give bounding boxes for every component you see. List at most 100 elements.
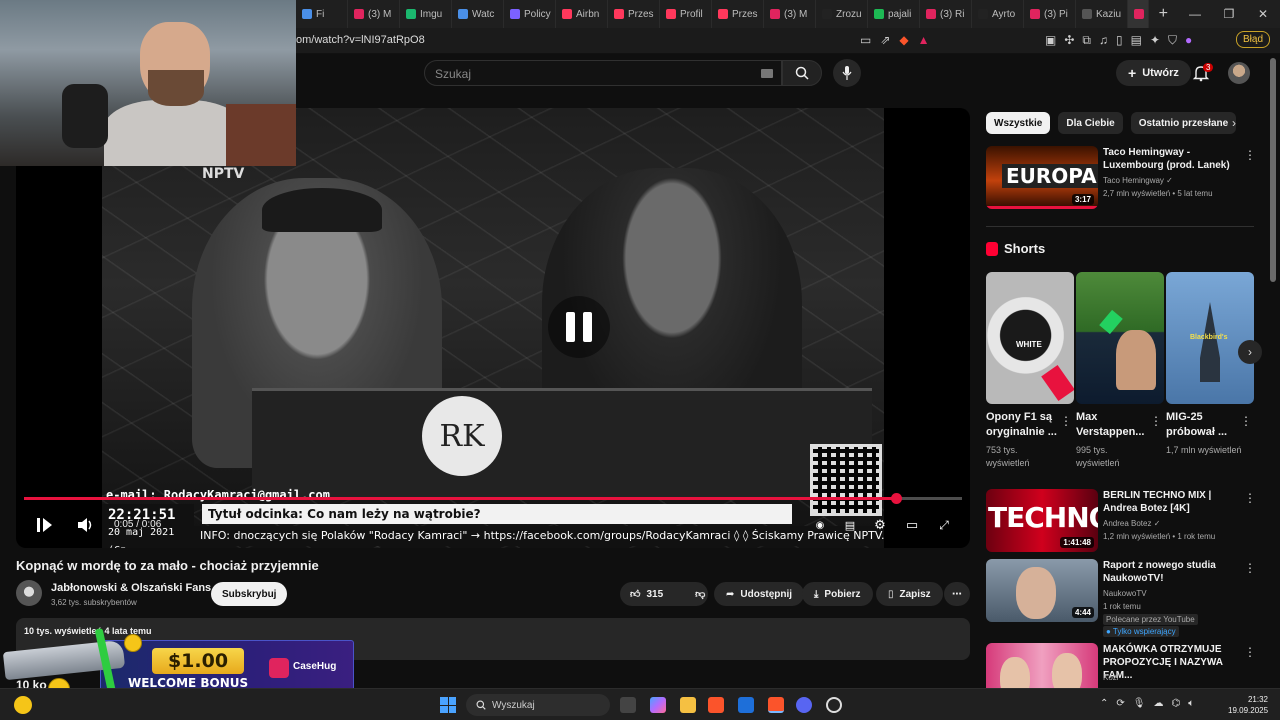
file-explorer-icon[interactable]	[680, 697, 696, 713]
brave-shield-icon[interactable]: ◆	[899, 33, 908, 47]
mic-tray-icon[interactable]: 🎙︎	[1133, 698, 1146, 709]
save-button[interactable]: ▯ Zapisz	[876, 582, 943, 606]
progress-scrubber[interactable]	[891, 493, 903, 504]
more-vert-icon[interactable]: ⋮	[1150, 414, 1162, 428]
casehug-ad[interactable]: $1.00 WELCOME BONUS CaseHug	[2, 627, 354, 701]
recommendation-thumbnail[interactable]: 4:44	[986, 559, 1098, 622]
voice-search-button[interactable]	[833, 59, 861, 87]
taskbar-search[interactable]: Wyszukaj	[466, 694, 610, 716]
short-thumbnail[interactable]: Blackbird's	[1166, 272, 1254, 404]
close-window-icon[interactable]: ✕	[1246, 7, 1280, 21]
volume-button[interactable]	[74, 514, 98, 536]
channel-avatar[interactable]	[16, 580, 42, 606]
share-button[interactable]: ➦ Udostępnij	[714, 582, 805, 606]
sidebar-icon[interactable]: ▯	[1116, 33, 1123, 48]
recommendation-thumbnail[interactable]: TECHNO 1:41:48	[986, 489, 1098, 552]
shorts-next-button[interactable]: ›	[1238, 340, 1262, 364]
video-player[interactable]: NPTV RK e-mail: RodacyKamraci@gmail.com …	[16, 108, 970, 548]
browser-tab[interactable]: (3) Pi	[1024, 0, 1076, 28]
new-tab-button[interactable]: +	[1149, 5, 1178, 23]
download-button[interactable]: ⤓ Pobierz	[802, 582, 873, 606]
url-field[interactable]: om/watch?v=lNI97atRpO8	[296, 34, 425, 46]
rewards-icon[interactable]: ▲	[918, 33, 930, 47]
more-actions-button[interactable]: ⋯	[944, 582, 970, 606]
share-icon[interactable]: ⇗	[880, 33, 890, 47]
install-icon[interactable]: ▭	[860, 33, 871, 47]
browser-tab[interactable]: Fi	[296, 0, 348, 28]
browser-tab[interactable]: Przes	[712, 0, 764, 28]
recommendation-item[interactable]: TECHNO 1:41:48 BERLIN TECHNO MIX | Andre…	[986, 489, 1256, 555]
subscribe-button[interactable]: Subskrybuj	[211, 582, 288, 606]
discord-icon[interactable]	[796, 697, 812, 713]
start-button[interactable]	[440, 697, 456, 713]
brave-active-icon[interactable]	[768, 697, 784, 713]
short-item[interactable]: Blackbird's MIG-25 próbował ... 1,7 mln …	[1166, 272, 1254, 457]
search-input[interactable]: Szukaj	[424, 60, 782, 86]
browser-tab[interactable]: Przes	[608, 0, 660, 28]
speaker-tray-icon[interactable]: 🔈︎	[1188, 698, 1194, 709]
page-scrollbar[interactable]	[1270, 58, 1276, 282]
brave-icon[interactable]	[708, 697, 724, 713]
copilot-icon[interactable]	[650, 697, 666, 713]
vpn-icon[interactable]: ⛉	[1168, 33, 1177, 48]
browser-tab[interactable]: Zrozu	[816, 0, 868, 28]
browser-tab[interactable]: Kaziu	[1076, 0, 1128, 28]
play-button[interactable]	[32, 514, 56, 536]
create-button[interactable]: + Utwórz	[1116, 60, 1191, 86]
browser-tab[interactable]: Policy	[504, 0, 556, 28]
error-button[interactable]: Błąd	[1236, 31, 1271, 48]
task-view-icon[interactable]	[620, 697, 636, 713]
keyboard-icon[interactable]	[761, 69, 773, 78]
autoplay-toggle[interactable]: ◉	[808, 514, 832, 536]
screenshot-icon[interactable]: ⧉	[1082, 33, 1091, 48]
music-icon[interactable]: ♫	[1099, 33, 1108, 48]
short-thumbnail[interactable]	[1076, 272, 1164, 404]
recommendation-item[interactable]: 4:44 Raport z nowego studia NaukowoTV! N…	[986, 559, 1256, 637]
browser-tab[interactable]: Profil	[660, 0, 712, 28]
short-item[interactable]: Max Verstappen... 995 tys. wyświetleń ⋮	[1076, 272, 1164, 470]
browser-tab[interactable]: pajali	[868, 0, 920, 28]
browser-tab[interactable]: Imgu	[400, 0, 452, 28]
recommendation-thumbnail[interactable]: EUROPA 3:17	[986, 146, 1098, 209]
wallet-icon[interactable]: ▤	[1131, 33, 1142, 48]
minimize-icon[interactable]: —	[1178, 7, 1212, 21]
settings-button[interactable]: ⚙	[868, 514, 892, 536]
browser-tab[interactable]: (3) M	[348, 0, 400, 28]
dislike-button[interactable]: 👎︎	[685, 582, 715, 606]
obs-icon[interactable]	[826, 697, 842, 713]
extension-icon[interactable]: ▣	[1045, 33, 1056, 48]
leo-icon[interactable]: ✦	[1150, 33, 1160, 48]
more-vert-icon[interactable]: ⋮	[1244, 561, 1256, 575]
chevron-up-icon[interactable]: ⌃	[1100, 698, 1108, 709]
more-vert-icon[interactable]: ⋮	[1244, 645, 1256, 659]
account-avatar[interactable]	[1228, 62, 1250, 84]
channel-name[interactable]: Jabłonowski & Olszański Fans	[51, 582, 211, 594]
search-button[interactable]	[782, 60, 822, 86]
chip-recently-uploaded[interactable]: Ostatnio przesłane	[1130, 112, 1237, 134]
restore-icon[interactable]: ❐	[1212, 7, 1246, 21]
browser-tab[interactable]: (3) M	[764, 0, 816, 28]
browser-tab[interactable]: (3) Ri	[920, 0, 972, 28]
like-button[interactable]: 👍︎ 315	[620, 582, 673, 606]
theater-mode-button[interactable]: ▭	[900, 514, 924, 536]
taskbar-clock[interactable]: 21:32 19.09.2025	[1228, 694, 1268, 716]
tab-active-youtube[interactable]: 🔊 ✕	[1128, 0, 1149, 28]
sync-icon[interactable]: ⟳	[1116, 698, 1124, 709]
progress-bar[interactable]	[24, 493, 962, 504]
short-thumbnail[interactable]: WHITE	[986, 272, 1074, 404]
browser-tab[interactable]: Watc	[452, 0, 504, 28]
store-icon[interactable]	[738, 697, 754, 713]
more-vert-icon[interactable]: ⋮	[1244, 148, 1256, 162]
cloud-icon[interactable]: ☁	[1153, 698, 1163, 709]
more-vert-icon[interactable]: ⋮	[1240, 414, 1252, 428]
profile-icon[interactable]: ●	[1185, 33, 1192, 48]
recommendation-item[interactable]: EUROPA 3:17 Taco Hemingway - Luxembourg …	[986, 146, 1256, 212]
more-vert-icon[interactable]: ⋮	[1244, 491, 1256, 505]
weather-icon[interactable]	[14, 696, 32, 714]
more-vert-icon[interactable]: ⋮	[1060, 414, 1072, 428]
network-icon[interactable]: ⌬	[1171, 698, 1180, 709]
chip-for-you[interactable]: Dla Ciebie	[1058, 112, 1123, 134]
browser-tab[interactable]: Airbn	[556, 0, 608, 28]
browser-tab[interactable]: Ayrto	[972, 0, 1024, 28]
chevron-right-icon[interactable]: ›	[1232, 116, 1236, 130]
